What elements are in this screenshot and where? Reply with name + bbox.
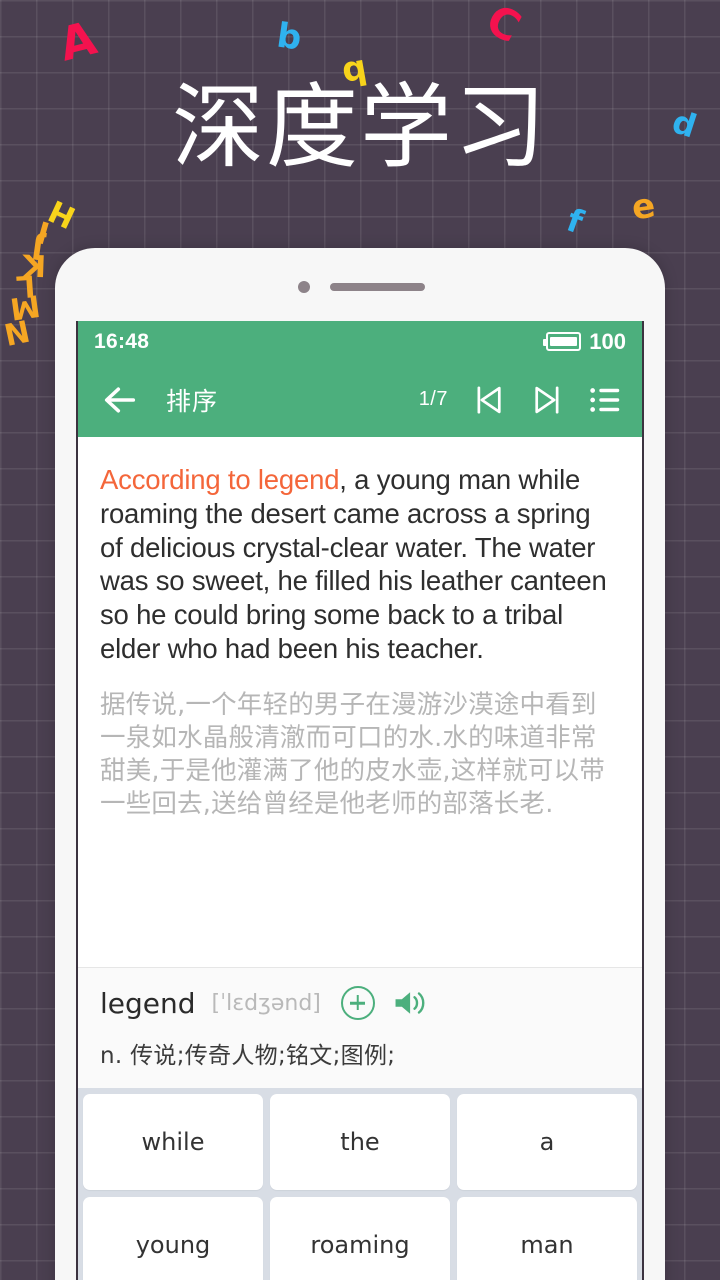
word-tile[interactable]: the [270,1094,450,1190]
phone-top-bezel [55,248,665,321]
word-tile[interactable]: man [457,1197,637,1280]
skip-previous-icon[interactable] [470,381,508,419]
word-tile-label: roaming [310,1231,410,1259]
highlighted-phrase[interactable]: According to legend [100,464,339,495]
dictionary-definition: n. 传说;传奇人物;铭文;图例; [100,1043,396,1069]
toolbar-actions: 1/7 [419,381,624,419]
plus-circle-icon[interactable] [340,986,375,1020]
decorative-letter-e-5: e [629,185,658,229]
word-tile[interactable]: young [83,1197,263,1280]
english-passage[interactable]: According to legend, a young man while r… [100,463,620,666]
word-tile[interactable]: while [83,1094,263,1190]
decorative-letter-b-1: b [274,15,305,59]
page-indicator: 1/7 [418,388,448,410]
word-tile[interactable]: a [457,1094,637,1190]
word-tile-label: man [520,1231,574,1259]
battery-full-icon [543,332,582,351]
skip-next-icon[interactable] [528,381,566,419]
phone-mockup: 16:48 100 排序 1/7 According to legend, a … [55,248,665,1280]
page-title: 深度学习 [171,74,548,181]
word-tile[interactable]: roaming [270,1197,450,1280]
app-toolbar: 排序 1/7 [78,362,642,437]
chinese-translation: 据传说,一个年轻的男子在漫游沙漠途中看到一泉如水晶般清澈而可口的水.水的味道非常… [100,689,605,820]
dictionary-header: legend [ˈlɛdʒənd] [100,986,620,1020]
word-tile-label: young [135,1231,211,1259]
phone-screen: 16:48 100 排序 1/7 According to legend, a … [76,321,644,1280]
word-tile-label: while [141,1128,205,1156]
volume-up-icon[interactable] [393,987,431,1019]
dictionary-panel: legend [ˈlɛdʒənd] n. 传说;传奇人物;铭文;图例; [78,967,642,1088]
word-tile-label: a [539,1128,555,1156]
dictionary-word: legend [100,986,196,1020]
word-tile-label: the [340,1128,380,1156]
dictionary-phonetic: [ˈlɛdʒənd] [211,990,321,1016]
battery-percent-label: 100 [589,328,626,354]
toolbar-title: 排序 [166,386,219,416]
reading-area: According to legend, a young man while r… [78,437,642,967]
status-bar-right: 100 [543,328,626,355]
word-tile-grid: while the a young roaming man [78,1088,642,1280]
list-menu-icon[interactable] [586,381,624,419]
speaker-grill-icon [330,283,425,291]
status-bar: 16:48 100 [78,321,642,362]
back-arrow-icon[interactable] [100,380,140,420]
status-time: 16:48 [94,329,150,353]
camera-dot-icon [298,281,310,293]
